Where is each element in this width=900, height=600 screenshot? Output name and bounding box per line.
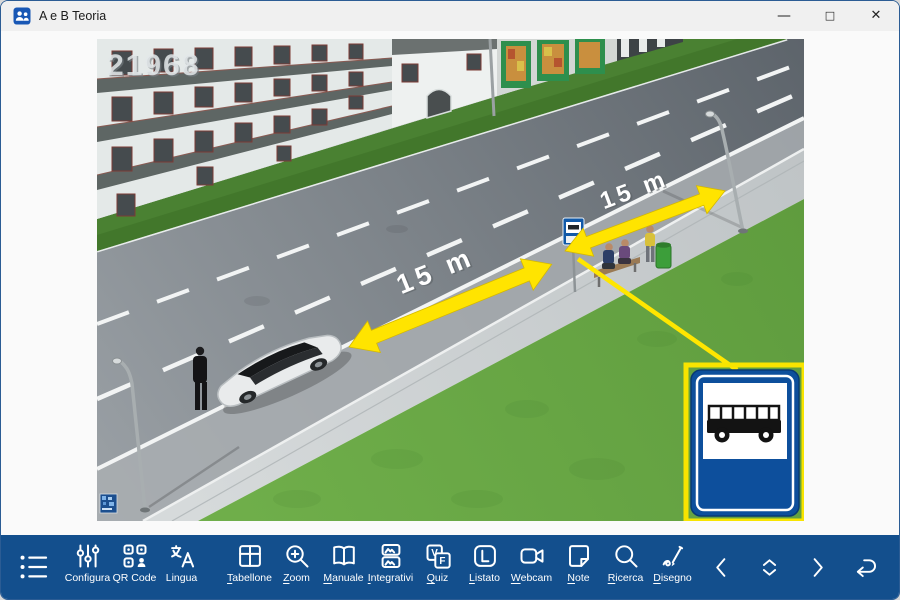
app-window: A e B Teoria — □ ✕ <box>0 0 900 600</box>
sliders-icon <box>74 542 102 570</box>
translate-icon <box>168 542 196 570</box>
toolbar-navigation <box>697 545 889 589</box>
return-arrow-icon <box>852 554 879 581</box>
toolbar-label-listato: Listato <box>469 572 500 584</box>
zoom-in-icon <box>283 542 311 570</box>
svg-text:21968: 21968 <box>107 49 200 82</box>
toolbar-label-lingua: Lingua <box>166 572 198 584</box>
chevron-left-icon <box>708 554 735 581</box>
images-icon <box>377 542 405 570</box>
toolbar-button-configura[interactable]: Configura <box>64 542 111 592</box>
note-page-icon <box>565 542 593 570</box>
content-area: 15 m 15 m 15 m 15 m <box>1 31 899 535</box>
open-book-icon <box>330 542 358 570</box>
close-button[interactable]: ✕ <box>853 1 899 31</box>
chevrons-updown-icon <box>756 554 783 581</box>
toolbar-label-manuale: Manuale <box>323 572 363 584</box>
toolbar-label-qrcode: QR Code <box>113 572 157 584</box>
toolbar-label-disegno: Disegno <box>653 572 692 584</box>
qr-code-icon <box>121 542 149 570</box>
toolbar-button-note[interactable]: Note <box>555 542 602 592</box>
question-number: 21968 21968 <box>107 49 202 84</box>
bus-stop-sign <box>686 365 804 521</box>
toolbar: ConfiguraQR Code Lingua Tabellone Zoom Manua… <box>1 535 899 599</box>
nav-previous-button[interactable] <box>697 545 745 589</box>
toolbar-button-quiz[interactable]: VF Quiz <box>414 542 461 592</box>
question-image: 15 m 15 m 15 m 15 m <box>97 39 804 521</box>
toolbar-button-tabellone[interactable]: Tabellone <box>226 542 273 592</box>
nav-return-button[interactable] <box>841 545 889 589</box>
toolbar-label-configura: Configura <box>65 572 111 584</box>
toolbar-button-webcam[interactable]: Webcam <box>508 542 555 592</box>
toolbar-label-webcam: Webcam <box>511 572 552 584</box>
title-bar: A e B Teoria — □ ✕ <box>1 1 899 31</box>
list-icon <box>18 551 50 583</box>
true-false-icon: VF <box>424 542 452 570</box>
scene-svg: 15 m 15 m 15 m 15 m <box>97 39 804 521</box>
toolbar-label-tabellone: Tabellone <box>227 572 272 584</box>
toolbar-button-qrcode[interactable]: QR Code <box>111 542 158 592</box>
maximize-button[interactable]: □ <box>807 1 853 31</box>
toolbar-label-integrativi: Integrativi <box>368 572 414 584</box>
toolbar-label-quiz: Quiz <box>427 572 449 584</box>
toolbar-items: ConfiguraQR Code Lingua Tabellone Zoom Manua… <box>64 542 696 592</box>
nav-next-button[interactable] <box>793 545 841 589</box>
pen-draw-icon <box>659 542 687 570</box>
chevron-right-icon <box>804 554 831 581</box>
toolbar-button-integrativi[interactable]: Integrativi <box>367 542 414 592</box>
nav-scroll-button[interactable] <box>745 545 793 589</box>
minimize-button[interactable]: — <box>761 1 807 31</box>
letter-l-icon <box>471 542 499 570</box>
toolbar-label-ricerca: Ricerca <box>608 572 644 584</box>
toolbar-button-manuale[interactable]: Manuale <box>320 542 367 592</box>
app-people-icon <box>13 7 31 25</box>
toolbar-label-zoom: Zoom <box>283 572 310 584</box>
window-title: A e B Teoria <box>39 9 106 23</box>
toolbar-button-listato[interactable]: Listato <box>461 542 508 592</box>
svg-text:F: F <box>439 556 445 567</box>
toolbar-button-zoom[interactable]: Zoom <box>273 542 320 592</box>
toolbar-button-list[interactable] <box>12 545 56 589</box>
trash-bin <box>656 242 671 268</box>
search-icon <box>612 542 640 570</box>
watermark-logo <box>100 494 117 513</box>
toolbar-label-note: Note <box>567 572 589 584</box>
toolbar-button-lingua[interactable]: Lingua <box>158 542 205 592</box>
video-camera-icon <box>518 542 546 570</box>
toolbar-button-ricerca[interactable]: Ricerca <box>602 542 649 592</box>
toolbar-button-disegno[interactable]: Disegno <box>649 542 696 592</box>
grid-icon <box>236 542 264 570</box>
